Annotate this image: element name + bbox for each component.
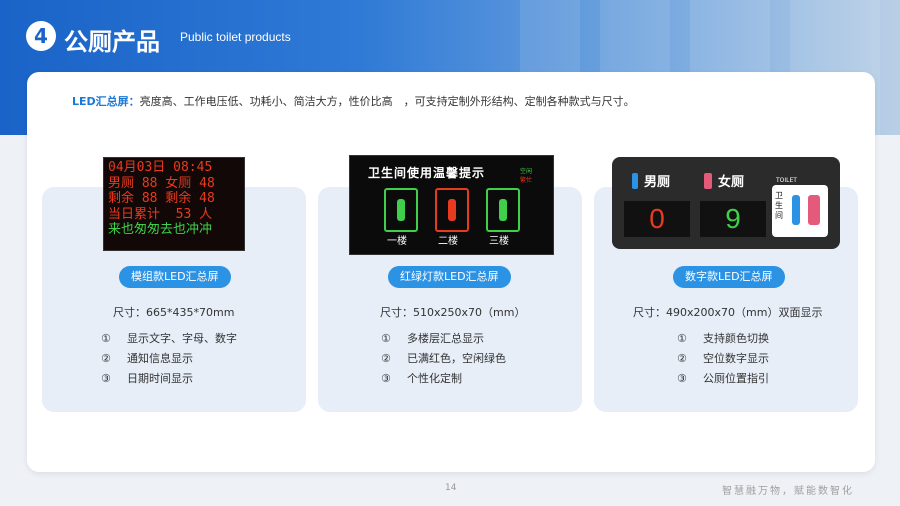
intro-keyword: LED汇总屏： [72, 95, 140, 108]
page-title: 公厕产品 [64, 28, 160, 56]
toilet-sign: TOILET [776, 177, 797, 184]
floor-label: 二楼 [438, 236, 458, 247]
legend-busy: 繁忙 [520, 177, 533, 184]
feature-item: ① 多楼层汇总显示 [381, 332, 484, 345]
traffic-light-led-display: 卫生间使用温馨提示 空闲 繁忙 一楼 二楼 三楼 [349, 155, 554, 255]
feature-item: ① 显示文字、字母、数字 [101, 332, 237, 345]
male-icon [632, 173, 638, 189]
floor-light-green [486, 188, 520, 232]
feature-item: ③ 个性化定制 [381, 372, 462, 385]
feature-item: ② 通知信息显示 [101, 352, 193, 365]
legend-free: 空闲 [520, 168, 533, 175]
product-size: 尺寸：510x250x70（mm） [380, 306, 526, 319]
feature-item: ① 支持颜色切换 [677, 332, 769, 345]
led-line: 04月03日 08:45 [108, 160, 213, 175]
female-figure-icon [808, 195, 820, 225]
footer-slogan: 智慧融万物，赋能数智化 [722, 486, 854, 497]
product-name-badge: 红绿灯款LED汇总屏 [388, 266, 511, 288]
feature-item: ③ 日期时间显示 [101, 372, 193, 385]
section-number-badge: 4 [26, 21, 56, 51]
feature-item: ③ 公厕位置指引 [677, 372, 769, 385]
display-heading: 卫生间使用温馨提示 [368, 166, 486, 180]
product-name-badge: 数字款LED汇总屏 [673, 266, 785, 288]
product-size: 尺寸：490x200x70（mm）双面显示 [633, 306, 823, 319]
men-count: 0 [624, 201, 690, 237]
led-line: 剩余 88 剩余 48 [108, 191, 215, 206]
page-subtitle: Public toilet products [180, 30, 291, 44]
floor-light-red [435, 188, 469, 232]
intro-text: LED汇总屏：亮度高、工作电压低、功耗小、简洁大方，性价比高 ，可支持定制外形结… [72, 93, 635, 109]
digital-led-display: 男厕 女厕 0 9 TOILET 卫生间 [612, 157, 840, 249]
page-number: 14 [445, 483, 457, 493]
women-count: 9 [700, 201, 766, 237]
feature-item: ② 已满红色，空闲绿色 [381, 352, 506, 365]
floor-label: 三楼 [489, 236, 509, 247]
product-size: 尺寸：665*435*70mm [113, 306, 235, 319]
led-line: 当日累计 53 人 [108, 206, 213, 222]
women-label: 女厕 [718, 175, 745, 190]
men-label: 男厕 [644, 175, 671, 190]
product-name-badge: 模组款LED汇总屏 [119, 266, 231, 288]
led-line: 来也匆匆去也冲冲 [108, 222, 213, 237]
feature-item: ② 空位数字显示 [677, 352, 769, 365]
led-line: 男厕 88 女厕 48 [108, 175, 215, 191]
female-icon [704, 173, 712, 189]
floor-label: 一楼 [387, 236, 407, 247]
toilet-sign-box: 卫生间 [772, 185, 828, 237]
toilet-sign-text: 卫生间 [775, 191, 783, 220]
male-figure-icon [792, 195, 800, 225]
module-led-display: 04月03日 08:45 男厕 88 女厕 48 剩余 88 剩余 48 当日累… [103, 157, 245, 251]
intro-description: 亮度高、工作电压低、功耗小、简洁大方，性价比高 ，可支持定制外形结构、定制各种款… [139, 95, 635, 108]
floor-light-green [384, 188, 418, 232]
